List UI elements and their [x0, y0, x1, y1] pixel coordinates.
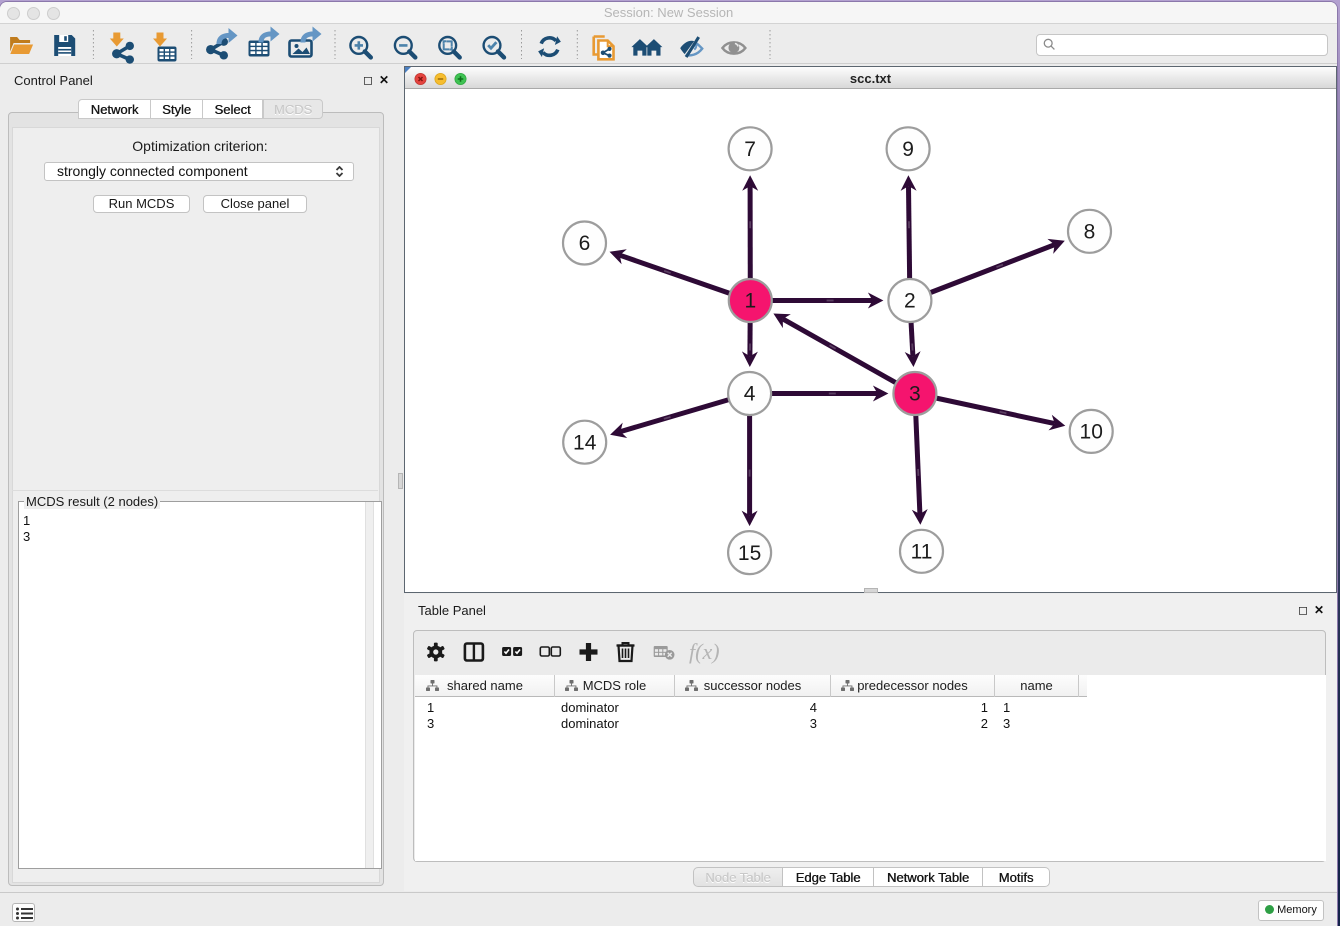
svg-text:7: 7 [744, 138, 756, 161]
svg-text:14: 14 [573, 431, 597, 454]
svg-text:11: 11 [911, 541, 933, 564]
svg-text:2: 2 [904, 290, 916, 313]
svg-text:9: 9 [902, 138, 914, 161]
svg-text:8: 8 [1084, 221, 1096, 244]
svg-text:4: 4 [744, 383, 756, 406]
svg-text:15: 15 [738, 542, 761, 565]
svg-text:1: 1 [744, 290, 756, 313]
svg-text:f(x): f(x) [689, 639, 720, 664]
svg-text:10: 10 [1080, 421, 1103, 444]
svg-text:6: 6 [579, 232, 591, 255]
svg-text:3: 3 [909, 383, 921, 406]
